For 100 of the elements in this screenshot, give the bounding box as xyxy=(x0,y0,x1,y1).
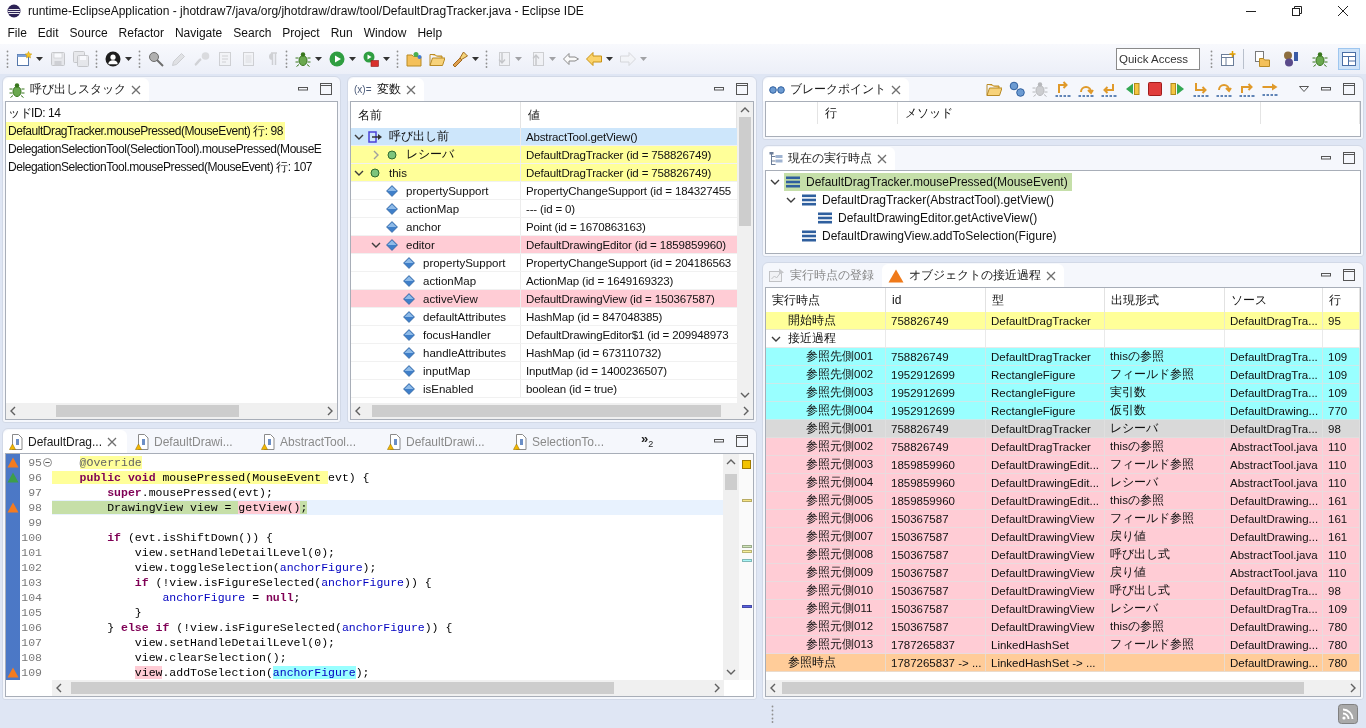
bug-icon[interactable] xyxy=(295,51,311,67)
caret-icon[interactable] xyxy=(472,57,479,61)
tree-item[interactable]: DefaultDrawingView.addToSelection(Figure) xyxy=(800,227,1061,245)
maximize-icon[interactable] xyxy=(320,83,332,95)
column-header[interactable]: 行 xyxy=(818,102,898,124)
horizontal-scrollbar[interactable] xyxy=(52,680,724,696)
bent-arrow-icon[interactable] xyxy=(1101,81,1117,97)
maximize-icon[interactable] xyxy=(1343,269,1355,281)
overview-marker[interactable] xyxy=(742,559,752,562)
right-arrow-icon[interactable] xyxy=(1262,81,1278,97)
scroll-up-icon[interactable] xyxy=(740,106,750,113)
vertical-scrollbar[interactable] xyxy=(723,454,739,680)
flashlight-icon[interactable] xyxy=(452,51,468,67)
curved-arrow-icon[interactable] xyxy=(1216,81,1232,97)
close-icon[interactable] xyxy=(1338,6,1348,16)
window-plus-icon[interactable] xyxy=(1220,51,1236,67)
horizontal-scrollbar[interactable] xyxy=(351,403,753,419)
scrollbar-thumb[interactable] xyxy=(739,116,751,226)
menu-item[interactable]: Run xyxy=(325,24,359,42)
chevron-icon[interactable] xyxy=(786,195,796,205)
tree-item[interactable]: DefaultDragTracker(AbstractTool).getView() xyxy=(800,191,1059,209)
quick-access-field[interactable]: Quick Access xyxy=(1116,48,1200,70)
scroll-right-icon[interactable] xyxy=(714,683,721,693)
scroll-left-icon[interactable] xyxy=(55,683,62,693)
caret-icon[interactable] xyxy=(315,57,322,61)
caret-icon[interactable] xyxy=(36,57,43,61)
scroll-left-icon[interactable] xyxy=(354,406,361,416)
overview-marker[interactable] xyxy=(742,605,752,608)
caret-icon[interactable] xyxy=(383,57,390,61)
bent-arrow-icon[interactable] xyxy=(1193,81,1209,97)
scroll-right-icon[interactable] xyxy=(743,406,750,416)
panel-tab[interactable]: 現在の実行時点 xyxy=(763,147,895,170)
tree-item[interactable]: DefaultDrawingEditor.getActiveView() xyxy=(816,209,1042,227)
play-box-icon[interactable] xyxy=(363,51,379,67)
diamond-icon xyxy=(386,220,398,233)
scroll-down-icon[interactable] xyxy=(726,669,736,676)
tree-item[interactable]: DefaultDragTracker.mousePressed(MouseEvent) xyxy=(784,173,1072,191)
menu-item[interactable]: Project xyxy=(276,24,326,42)
perspective-button[interactable] xyxy=(1338,48,1360,70)
menu-item[interactable]: File xyxy=(2,24,33,42)
scrollbar-thumb[interactable] xyxy=(55,405,239,417)
more-tabs-button[interactable]: »$_{2}$ xyxy=(641,431,654,449)
magnifier-icon[interactable] xyxy=(148,51,164,67)
panel-tab[interactable]: オブジェクトの接近過程 xyxy=(882,264,1064,287)
open-folder-icon[interactable] xyxy=(429,51,445,67)
vertical-scrollbar[interactable] xyxy=(737,102,753,403)
scroll-left-icon[interactable] xyxy=(9,406,16,416)
scrollbar-thumb[interactable] xyxy=(71,682,615,694)
collapse-icon[interactable] xyxy=(42,458,52,467)
bent-arrow-icon[interactable] xyxy=(1239,81,1255,97)
editor-tab[interactable]: DefaultDrag... xyxy=(3,430,127,453)
scrollbar-thumb[interactable] xyxy=(725,474,737,490)
maximize-icon[interactable] xyxy=(1343,152,1355,164)
dots-icon[interactable] xyxy=(1009,81,1025,97)
bent-arrow-icon[interactable] xyxy=(1055,81,1071,97)
menu-item[interactable]: Edit xyxy=(32,24,65,42)
column-header[interactable]: メソッド xyxy=(898,102,1261,124)
panel-tab[interactable]: ブレークポイント xyxy=(763,78,909,101)
menu-item[interactable]: Navigate xyxy=(169,24,228,42)
folder-icon[interactable] xyxy=(406,51,422,67)
maximize-icon[interactable] xyxy=(736,435,748,447)
overview-marker[interactable] xyxy=(742,499,752,502)
menu-item[interactable]: Help xyxy=(411,24,448,42)
caret-icon[interactable] xyxy=(606,57,613,61)
maximize-icon[interactable] xyxy=(1343,83,1355,95)
menu-item[interactable]: Search xyxy=(227,24,277,42)
stack-frame[interactable]: DelegationSelectionTool.mousePressed(MouseEvent) 行: 107 xyxy=(6,158,315,176)
person-icon[interactable] xyxy=(105,51,121,67)
menu-item[interactable]: Source xyxy=(64,24,114,42)
table-cell: DefaultDrawing... xyxy=(1225,618,1323,635)
overview-marker[interactable] xyxy=(742,545,752,548)
caret-icon[interactable] xyxy=(125,57,132,61)
panel-tab[interactable]: 呼び出しスタック xyxy=(3,78,149,101)
scroll-right-icon[interactable] xyxy=(327,406,334,416)
horizontal-scrollbar[interactable] xyxy=(766,680,1360,696)
scrollbar-thumb[interactable] xyxy=(371,405,722,417)
scroll-down-icon[interactable] xyxy=(740,392,750,399)
scroll-right-icon[interactable] xyxy=(1350,683,1357,693)
triangle-bar-icon[interactable] xyxy=(1124,81,1140,97)
restore-icon[interactable] xyxy=(1292,6,1302,16)
scrollbar-thumb[interactable] xyxy=(781,682,1305,694)
bar-triangle-icon[interactable] xyxy=(1170,81,1186,97)
panel-tab[interactable]: (x)= 変数 xyxy=(348,78,424,101)
stop-icon[interactable] xyxy=(1147,81,1163,97)
overview-marker[interactable] xyxy=(742,550,752,553)
feed-icon[interactable] xyxy=(1338,704,1358,724)
caret-icon[interactable] xyxy=(349,57,356,61)
stack-frame[interactable]: DelegationSelectionTool(SelectionTool).mousePressed(MouseE xyxy=(6,140,324,158)
view-menu-icon[interactable] xyxy=(1299,86,1309,92)
scroll-up-icon[interactable] xyxy=(726,458,736,465)
open-folder-icon[interactable] xyxy=(986,81,1002,97)
menu-item[interactable]: Window xyxy=(358,24,412,42)
stack-frame[interactable]: ッドID: 14 xyxy=(6,104,63,122)
menu-item[interactable]: Refactor xyxy=(113,24,170,42)
chevron-icon[interactable] xyxy=(770,177,780,187)
maximize-icon[interactable] xyxy=(736,83,748,95)
horizontal-scrollbar[interactable] xyxy=(6,403,337,419)
square-marker-icon[interactable] xyxy=(742,460,751,469)
stack-frame[interactable]: DefaultDragTracker.mousePressed(MouseEvent) 行: 98 xyxy=(6,122,285,140)
scroll-left-icon[interactable] xyxy=(769,683,776,693)
